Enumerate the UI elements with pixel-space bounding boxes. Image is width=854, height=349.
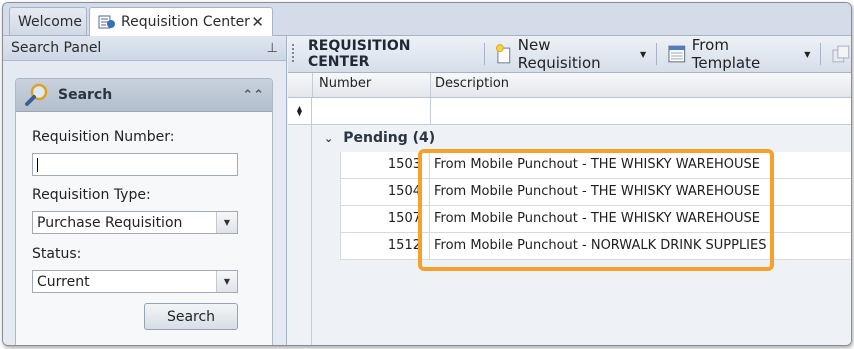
status-select[interactable]: Current ▼ [32, 270, 238, 293]
group-label: Pending (4) [343, 130, 436, 146]
new-requisition-label: New Requisition [517, 36, 601, 72]
requisition-type-select[interactable]: Purchase Requisition ▼ [32, 211, 238, 234]
toolbar-title: REQUISITION CENTER [307, 38, 411, 70]
toolbar-separator [656, 43, 658, 65]
search-button[interactable]: Search [144, 303, 238, 330]
search-group-header[interactable]: Search ⌃⌃ [16, 79, 272, 112]
chevron-down-icon[interactable]: ▼ [216, 212, 237, 233]
filter-divider [430, 98, 431, 124]
template-icon [668, 45, 686, 63]
search-group: Search ⌃⌃ Requisition Number: Requisitio… [15, 78, 273, 345]
tab-strip: Welcome Requisition Center ✕ [3, 3, 851, 36]
collapse-icon[interactable]: ⌃⌃ [242, 88, 264, 103]
copy-icon[interactable] [831, 44, 851, 64]
tab-requisition-center-label: Requisition Center [121, 14, 250, 30]
search-group-title: Search [58, 87, 113, 103]
tab-welcome[interactable]: Welcome [9, 7, 87, 35]
requisition-doc-icon [98, 15, 115, 29]
from-template-label: From Template [691, 36, 761, 72]
highlight-box [418, 149, 774, 271]
grid-header: Number Description [288, 73, 851, 98]
new-requisition-button[interactable]: New Requisition ▼ [495, 36, 646, 72]
row-number: 1507 [340, 206, 430, 232]
toolbar: REQUISITION CENTER New Requisition ▼ Fro… [288, 36, 851, 73]
group-row-pending[interactable]: ⌄ Pending (4) [312, 125, 851, 151]
magnifier-icon [25, 83, 48, 106]
toolbar-separator [820, 43, 822, 65]
pin-icon[interactable]: ⊥ [267, 41, 278, 56]
requisition-type-value: Purchase Requisition [37, 214, 183, 231]
tab-welcome-label: Welcome [18, 13, 83, 30]
text-caret [37, 157, 38, 172]
search-panel-title: Search Panel [11, 40, 102, 56]
requisition-type-label: Requisition Type: [32, 187, 151, 203]
dropdown-arrow-icon: ▼ [804, 49, 811, 59]
row-number: 1504 [340, 179, 430, 205]
search-panel: Search Panel ⊥ Search ⌃⌃ Requisition Num… [3, 36, 287, 345]
status-label: Status: [32, 246, 82, 262]
search-panel-header: Search Panel ⊥ [3, 36, 286, 61]
toolbar-grip[interactable] [292, 44, 294, 64]
row-indicator-column [288, 125, 312, 345]
filter-icon: ⧫ [288, 98, 312, 124]
toolbar-separator [484, 43, 486, 65]
column-header-description[interactable]: Description [430, 73, 851, 97]
dropdown-arrow-icon: ▼ [639, 49, 647, 59]
row-number: 1503 [340, 152, 430, 178]
chevron-down-icon[interactable]: ▼ [216, 271, 237, 292]
new-document-icon [496, 44, 511, 64]
from-template-button[interactable]: From Template ▼ [667, 36, 810, 72]
close-tab-icon[interactable]: ✕ [251, 13, 264, 31]
tab-requisition-center[interactable]: Requisition Center ✕ [89, 7, 273, 36]
chevron-down-icon[interactable]: ⌄ [324, 132, 333, 145]
filter-row[interactable]: ⧫ [288, 98, 851, 125]
status-value: Current [37, 273, 90, 290]
row-number: 1512 [340, 233, 430, 259]
column-header-number[interactable]: Number [312, 73, 430, 97]
requisition-number-label: Requisition Number: [32, 129, 175, 145]
requisition-number-input[interactable] [32, 153, 238, 176]
